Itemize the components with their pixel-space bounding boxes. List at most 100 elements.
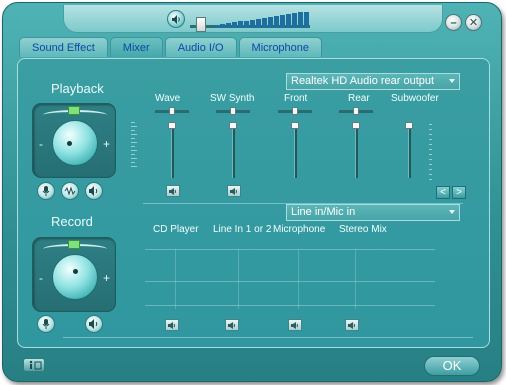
rear-volume-fader[interactable] (355, 123, 358, 178)
scale-tick (429, 139, 432, 140)
record-knob-panel: - + (32, 237, 116, 312)
volume-level-bar (238, 21, 243, 28)
sw-synth-balance-slider[interactable] (216, 107, 250, 115)
playback-volume-knob[interactable] (52, 120, 98, 166)
scale-tick (131, 162, 135, 163)
grid-line (298, 249, 299, 309)
info-icon (24, 360, 44, 374)
stereo-mix-mute-button[interactable] (345, 319, 359, 331)
knob-indicator (67, 141, 72, 146)
balance-thumb[interactable] (292, 107, 298, 115)
record-label-stereo-mix: Stereo Mix (339, 224, 387, 235)
scale-tick (429, 129, 432, 130)
chevron-down-icon (449, 79, 455, 83)
channel-next-button[interactable]: > (452, 186, 466, 199)
volume-level-bar (298, 12, 303, 28)
wave-fader-thumb[interactable] (168, 122, 176, 129)
scale-tick (429, 169, 432, 170)
wave-volume-fader[interactable] (171, 123, 174, 178)
channel-label-subwoofer: Subwoofer (391, 93, 439, 104)
front-balance-slider[interactable] (278, 107, 312, 115)
grid-line (145, 281, 435, 282)
scale-tick (131, 146, 135, 147)
tab-mixer[interactable]: Mixer (109, 37, 163, 57)
record-mic-button[interactable] (37, 315, 55, 333)
close-button[interactable]: ✕ (465, 14, 482, 31)
tab-sound-effect[interactable]: Sound Effect (19, 37, 108, 57)
subwoofer-volume-fader[interactable] (408, 123, 411, 178)
scale-tick (131, 158, 137, 159)
sw-synth-mute-button[interactable] (227, 185, 241, 197)
scale-tick (131, 130, 135, 131)
volume-level-bar (274, 16, 279, 28)
scale-tick (131, 166, 137, 167)
balance-thumb[interactable] (230, 107, 236, 115)
scale-tick (429, 124, 432, 125)
knob-plus-label: + (103, 137, 111, 151)
sw-synth-volume-fader[interactable] (232, 123, 235, 178)
audio-manager-window: – ✕ Sound Effect Mixer Audio I/O Microph… (2, 2, 502, 382)
scale-tick (429, 174, 432, 175)
speaker-icon[interactable] (167, 10, 185, 28)
channel-label-front: Front (284, 93, 308, 104)
volume-level-bar (232, 22, 237, 28)
record-label-microphone: Microphone (273, 224, 326, 235)
section-divider (63, 337, 473, 338)
scale-tick (131, 154, 135, 155)
volume-level-bar (250, 19, 255, 28)
line-in-mute-button[interactable] (225, 319, 239, 331)
playback-title: Playback (51, 81, 104, 96)
playback-mute-button[interactable] (85, 182, 103, 200)
cd-player-mute-button[interactable] (165, 319, 179, 331)
knob-plus-label: + (103, 271, 111, 285)
playback-device-value: Realtek HD Audio rear output (291, 75, 435, 87)
balance-thumb[interactable] (169, 107, 175, 115)
chevron-down-icon (449, 210, 455, 214)
grid-line (145, 305, 435, 306)
wave-balance-slider[interactable] (155, 107, 189, 115)
scale-tick (131, 150, 137, 151)
grid-line (355, 249, 356, 309)
info-button[interactable] (23, 358, 45, 372)
scale-tick (131, 138, 135, 139)
scale-tick (429, 164, 432, 165)
record-volume-knob[interactable] (52, 254, 98, 300)
ok-button[interactable]: OK (424, 356, 480, 376)
sw-synth-fader-thumb[interactable] (229, 122, 237, 129)
front-fader-thumb[interactable] (291, 122, 299, 129)
knob-indicator (73, 269, 78, 274)
playback-effect-button[interactable] (61, 182, 79, 200)
grid-line (145, 249, 435, 250)
playback-level-marker (68, 106, 80, 115)
volume-level-bar (256, 18, 261, 28)
scale-tick (429, 154, 432, 155)
channel-label-sw-synth: SW Synth (210, 93, 255, 104)
volume-level-bar (292, 13, 297, 28)
scale-tick (429, 144, 432, 145)
volume-level-bar (214, 25, 219, 28)
rear-balance-slider[interactable] (339, 107, 373, 115)
volume-level-bar (268, 16, 273, 28)
minimize-button[interactable]: – (445, 14, 462, 31)
master-volume-thumb[interactable] (196, 17, 206, 32)
tab-microphone[interactable]: Microphone (238, 37, 323, 57)
volume-level-bar (226, 23, 231, 28)
microphone-mute-button[interactable] (288, 319, 302, 331)
front-volume-fader[interactable] (294, 123, 297, 178)
record-source-select[interactable]: Line in/Mic in (286, 204, 460, 221)
tab-audio-io[interactable]: Audio I/O (164, 37, 237, 57)
balance-thumb[interactable] (353, 107, 359, 115)
scale-tick (429, 149, 432, 150)
channel-prev-button[interactable]: < (436, 186, 450, 199)
wave-mute-button[interactable] (166, 185, 180, 197)
knob-minus-label: - (39, 271, 43, 285)
volume-level-bar (286, 14, 291, 28)
subwoofer-fader-thumb[interactable] (405, 122, 413, 129)
scale-tick (429, 134, 432, 135)
playback-device-select[interactable]: Realtek HD Audio rear output (286, 73, 460, 90)
rear-fader-thumb[interactable] (352, 122, 360, 129)
title-bar (63, 5, 443, 33)
record-mute-button[interactable] (85, 315, 103, 333)
record-level-marker (68, 240, 80, 249)
playback-mic-button[interactable] (37, 182, 55, 200)
